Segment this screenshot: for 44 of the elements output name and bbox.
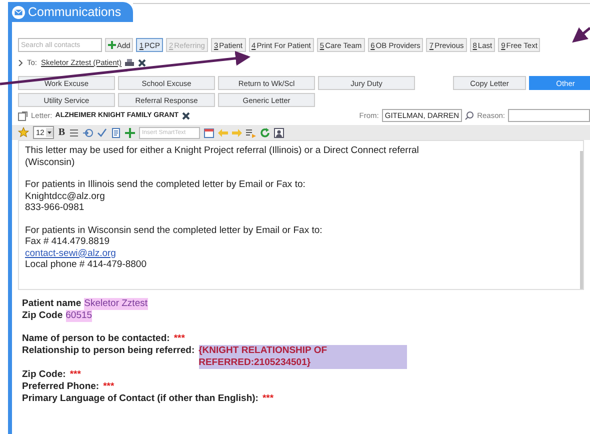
spellcheck-icon[interactable] bbox=[97, 128, 108, 138]
letter-text: This letter may be used for either a Knight Project referral (Illinois) or a Direct Connect referral (Wisconsin) bbox=[25, 145, 420, 168]
printer-icon[interactable] bbox=[125, 58, 134, 66]
field-label: Patient name bbox=[22, 298, 82, 310]
letter-text: Knightdcc@alz.org bbox=[25, 190, 106, 202]
email-link[interactable]: contact-sewi@alz.org bbox=[25, 248, 116, 258]
insert-icon[interactable] bbox=[83, 128, 94, 138]
refresh-icon[interactable] bbox=[260, 128, 270, 138]
chevron-icon[interactable] bbox=[18, 60, 23, 66]
smartlink-value: {KNIGHT RELATIONSHIP OF REFERRED:2105234501} bbox=[198, 345, 407, 369]
list-icon[interactable] bbox=[69, 128, 80, 138]
star-icon[interactable] bbox=[18, 127, 29, 138]
plus-icon bbox=[108, 41, 116, 49]
field-value: 60515 bbox=[66, 310, 92, 322]
field-value: Skeletor Zztest bbox=[84, 298, 148, 310]
letter-text: For patients in Illinois send the completed letter by Email or Fax to: bbox=[25, 179, 306, 190]
reason-field[interactable] bbox=[508, 109, 590, 122]
letter-text: Local phone # 414-479-8800 bbox=[25, 259, 148, 270]
close-icon[interactable] bbox=[182, 112, 190, 120]
required-marker: *** bbox=[103, 381, 114, 393]
field-label: Name of person to be contacted: bbox=[22, 333, 170, 345]
field-label: Zip Code: bbox=[22, 369, 66, 381]
letter-body[interactable] bbox=[18, 140, 584, 290]
envelope-icon bbox=[12, 6, 25, 18]
letter-icon bbox=[18, 110, 28, 120]
letter-text: 833-966-0981 bbox=[25, 202, 86, 214]
plus-icon[interactable] bbox=[125, 128, 136, 138]
arrow bbox=[572, 27, 590, 43]
bold-button[interactable]: B bbox=[58, 127, 66, 138]
field-label: Primary Language of Contact (if other than English): bbox=[22, 393, 258, 405]
search-icon[interactable] bbox=[465, 111, 474, 120]
list-arrow-icon[interactable] bbox=[246, 128, 256, 138]
letter-text: For patients in Wisconsin send the completed letter by Email or Fax to: bbox=[25, 224, 324, 236]
field-label: Zip Code bbox=[22, 310, 63, 322]
required-marker: *** bbox=[70, 369, 81, 381]
required-marker: *** bbox=[262, 393, 274, 405]
letter-text: Fax # 414.479.8819 bbox=[25, 236, 111, 248]
required-marker: *** bbox=[174, 333, 185, 345]
document-icon[interactable] bbox=[111, 128, 122, 138]
person-card-icon[interactable] bbox=[274, 128, 284, 138]
field-label: Preferred Phone: bbox=[22, 381, 100, 393]
calendar-icon[interactable] bbox=[204, 128, 214, 138]
close-icon[interactable] bbox=[138, 58, 146, 66]
field-label: Relationship to person being referred: bbox=[22, 345, 195, 357]
